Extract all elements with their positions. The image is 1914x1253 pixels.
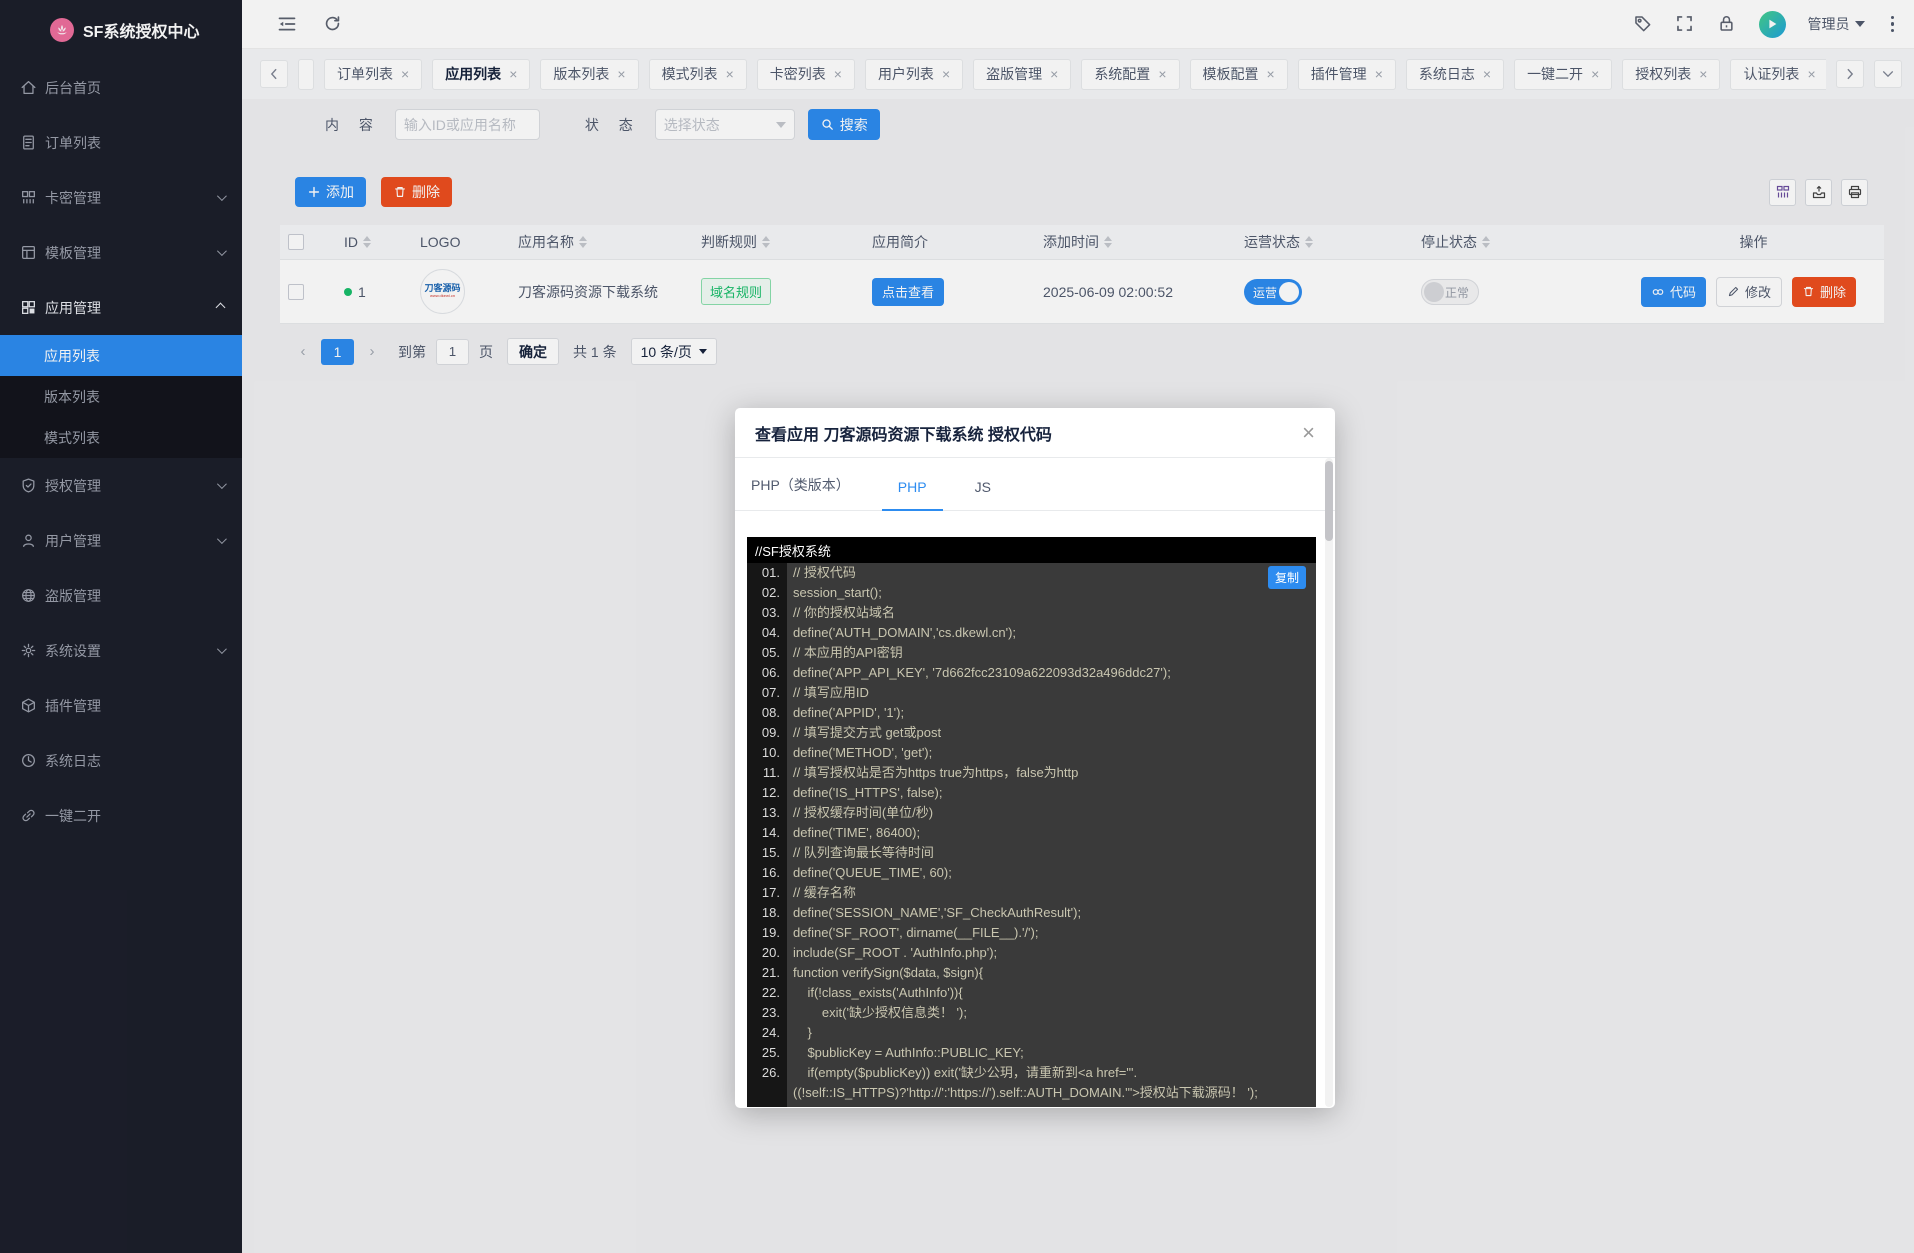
- line-number: 09.: [747, 723, 787, 743]
- line-text: // 授权缓存时间(单位/秒): [793, 805, 934, 820]
- code-language-tab[interactable]: JS: [959, 479, 1007, 510]
- code-line: 02. session_start();: [747, 583, 1316, 603]
- line-number: 12.: [747, 783, 787, 803]
- code-line: 06. define('APP_API_KEY', '7d662fcc23109…: [747, 663, 1316, 683]
- line-number: 14.: [747, 823, 787, 843]
- line-text: session_start();: [793, 585, 882, 600]
- code-line: 20. include(SF_ROOT . 'AuthInfo.php');: [747, 943, 1316, 963]
- line-number: 01.: [747, 563, 787, 583]
- line-text: if(empty($publicKey)) exit('缺少公玥，请重新到<a …: [793, 1065, 1258, 1100]
- code-line: 18. define('SESSION_NAME','SF_CheckAuthR…: [747, 903, 1316, 923]
- line-text: }: [793, 1025, 812, 1040]
- code-lines: 01. // 授权代码 02. session_start(); 03. // …: [747, 563, 1316, 1103]
- code-block-title: //SF授权系统: [747, 537, 1316, 563]
- modal-scrollbar-track[interactable]: [1325, 458, 1333, 1107]
- line-number: 08.: [747, 703, 787, 723]
- line-text: define('APP_API_KEY', '7d662fcc23109a622…: [793, 665, 1171, 680]
- code-line: 21. function verifySign($data, $sign){: [747, 963, 1316, 983]
- code-line: 11. // 填写授权站是否为https true为https，false为ht…: [747, 763, 1316, 783]
- line-text: // 填写提交方式 get或post: [793, 725, 942, 740]
- line-text: // 缓存名称: [793, 885, 856, 900]
- line-text: define('TIME', 86400);: [793, 825, 921, 840]
- code-line: 22. if(!class_exists('AuthInfo')){: [747, 983, 1316, 1003]
- modal-header: 查看应用 刀客源码资源下载系统 授权代码 ×: [735, 408, 1335, 458]
- code-line: 09. // 填写提交方式 get或post: [747, 723, 1316, 743]
- code-line: 03. // 你的授权站域名: [747, 603, 1316, 623]
- line-number: 10.: [747, 743, 787, 763]
- code-line: 15. // 队列查询最长等待时间: [747, 843, 1316, 863]
- line-number: 11.: [747, 763, 787, 783]
- modal-scrollbar-thumb[interactable]: [1325, 461, 1333, 541]
- code-language-tab-label: PHP: [897, 479, 927, 495]
- code-line: 04. define('AUTH_DOMAIN','cs.dkewl.cn');: [747, 623, 1316, 643]
- line-number: 23.: [747, 1003, 787, 1023]
- line-number: 20.: [747, 943, 787, 963]
- code-line: 10. define('METHOD', 'get');: [747, 743, 1316, 763]
- line-text: // 本应用的API密钥: [793, 645, 903, 660]
- app-root: SF系统授权中心 后台首页 订单列表 卡密管理 模板管理 应用管理 应用列表 版…: [0, 0, 1914, 1253]
- line-number: 22.: [747, 983, 787, 1003]
- line-text: // 填写授权站是否为https true为https，false为http: [793, 765, 1079, 780]
- line-number: 15.: [747, 843, 787, 863]
- code-line: 26. if(empty($publicKey)) exit('缺少公玥，请重新…: [747, 1063, 1316, 1103]
- code-block: //SF授权系统 复制 01. // 授权代码 02. session_star…: [747, 537, 1316, 1107]
- code-language-tab-label: JS: [974, 479, 991, 495]
- code-line: 19. define('SF_ROOT', dirname(__FILE__).…: [747, 923, 1316, 943]
- auth-code-modal: 查看应用 刀客源码资源下载系统 授权代码 × PHP（类版本） PHP JS /…: [735, 408, 1335, 1108]
- code-line: 08. define('APPID', '1');: [747, 703, 1316, 723]
- line-text: // 队列查询最长等待时间: [793, 845, 934, 860]
- code-line: 14. define('TIME', 86400);: [747, 823, 1316, 843]
- code-language-tab[interactable]: PHP（类版本）: [735, 475, 866, 510]
- line-text: if(!class_exists('AuthInfo')){: [793, 985, 963, 1000]
- line-number: 02.: [747, 583, 787, 603]
- line-text: // 授权代码: [793, 565, 856, 580]
- code-line: 01. // 授权代码: [747, 563, 1316, 583]
- code-line: 13. // 授权缓存时间(单位/秒): [747, 803, 1316, 823]
- copy-button[interactable]: 复制: [1267, 566, 1306, 589]
- code-language-tab-label: PHP（类版本）: [751, 477, 850, 493]
- line-text: define('QUEUE_TIME', 60);: [793, 865, 952, 880]
- code-line: 12. define('IS_HTTPS', false);: [747, 783, 1316, 803]
- line-number: 18.: [747, 903, 787, 923]
- line-number: 16.: [747, 863, 787, 883]
- code-line: 16. define('QUEUE_TIME', 60);: [747, 863, 1316, 883]
- line-text: // 你的授权站域名: [793, 605, 895, 620]
- modal-title: 查看应用 刀客源码资源下载系统 授权代码: [755, 426, 1052, 444]
- line-text: define('SF_ROOT', dirname(__FILE__).'/')…: [793, 925, 1039, 940]
- modal-body: //SF授权系统 复制 01. // 授权代码 02. session_star…: [735, 458, 1335, 1107]
- line-text: define('AUTH_DOMAIN','cs.dkewl.cn');: [793, 625, 1017, 640]
- line-text: define('IS_HTTPS', false);: [793, 785, 943, 800]
- code-language-tabs: PHP（类版本） PHP JS: [735, 458, 1335, 511]
- line-number: 21.: [747, 963, 787, 983]
- line-number: 05.: [747, 643, 787, 663]
- code-line: 05. // 本应用的API密钥: [747, 643, 1316, 663]
- line-text: function verifySign($data, $sign){: [793, 965, 984, 980]
- line-text: // 填写应用ID: [793, 685, 869, 700]
- line-number: 03.: [747, 603, 787, 623]
- line-number: 25.: [747, 1043, 787, 1063]
- line-text: define('METHOD', 'get');: [793, 745, 933, 760]
- close-icon[interactable]: ×: [1302, 421, 1315, 444]
- code-line: 23. exit('缺少授权信息类！ ');: [747, 1003, 1316, 1023]
- line-number: 17.: [747, 883, 787, 903]
- line-number: 26.: [747, 1063, 787, 1103]
- code-line: 17. // 缓存名称: [747, 883, 1316, 903]
- code-language-tab[interactable]: PHP: [881, 479, 943, 511]
- code-line: 24. }: [747, 1023, 1316, 1043]
- line-number: 07.: [747, 683, 787, 703]
- line-text: define('SESSION_NAME','SF_CheckAuthResul…: [793, 905, 1082, 920]
- line-text: include(SF_ROOT . 'AuthInfo.php');: [793, 945, 998, 960]
- line-text: exit('缺少授权信息类！ ');: [793, 1005, 967, 1020]
- code-line: 25. $publicKey = AuthInfo::PUBLIC_KEY;: [747, 1043, 1316, 1063]
- line-text: define('APPID', '1');: [793, 705, 905, 720]
- code-line: 07. // 填写应用ID: [747, 683, 1316, 703]
- line-text: $publicKey = AuthInfo::PUBLIC_KEY;: [793, 1045, 1024, 1060]
- line-number: 24.: [747, 1023, 787, 1043]
- line-number: 06.: [747, 663, 787, 683]
- line-number: 19.: [747, 923, 787, 943]
- line-number: 04.: [747, 623, 787, 643]
- line-number: 13.: [747, 803, 787, 823]
